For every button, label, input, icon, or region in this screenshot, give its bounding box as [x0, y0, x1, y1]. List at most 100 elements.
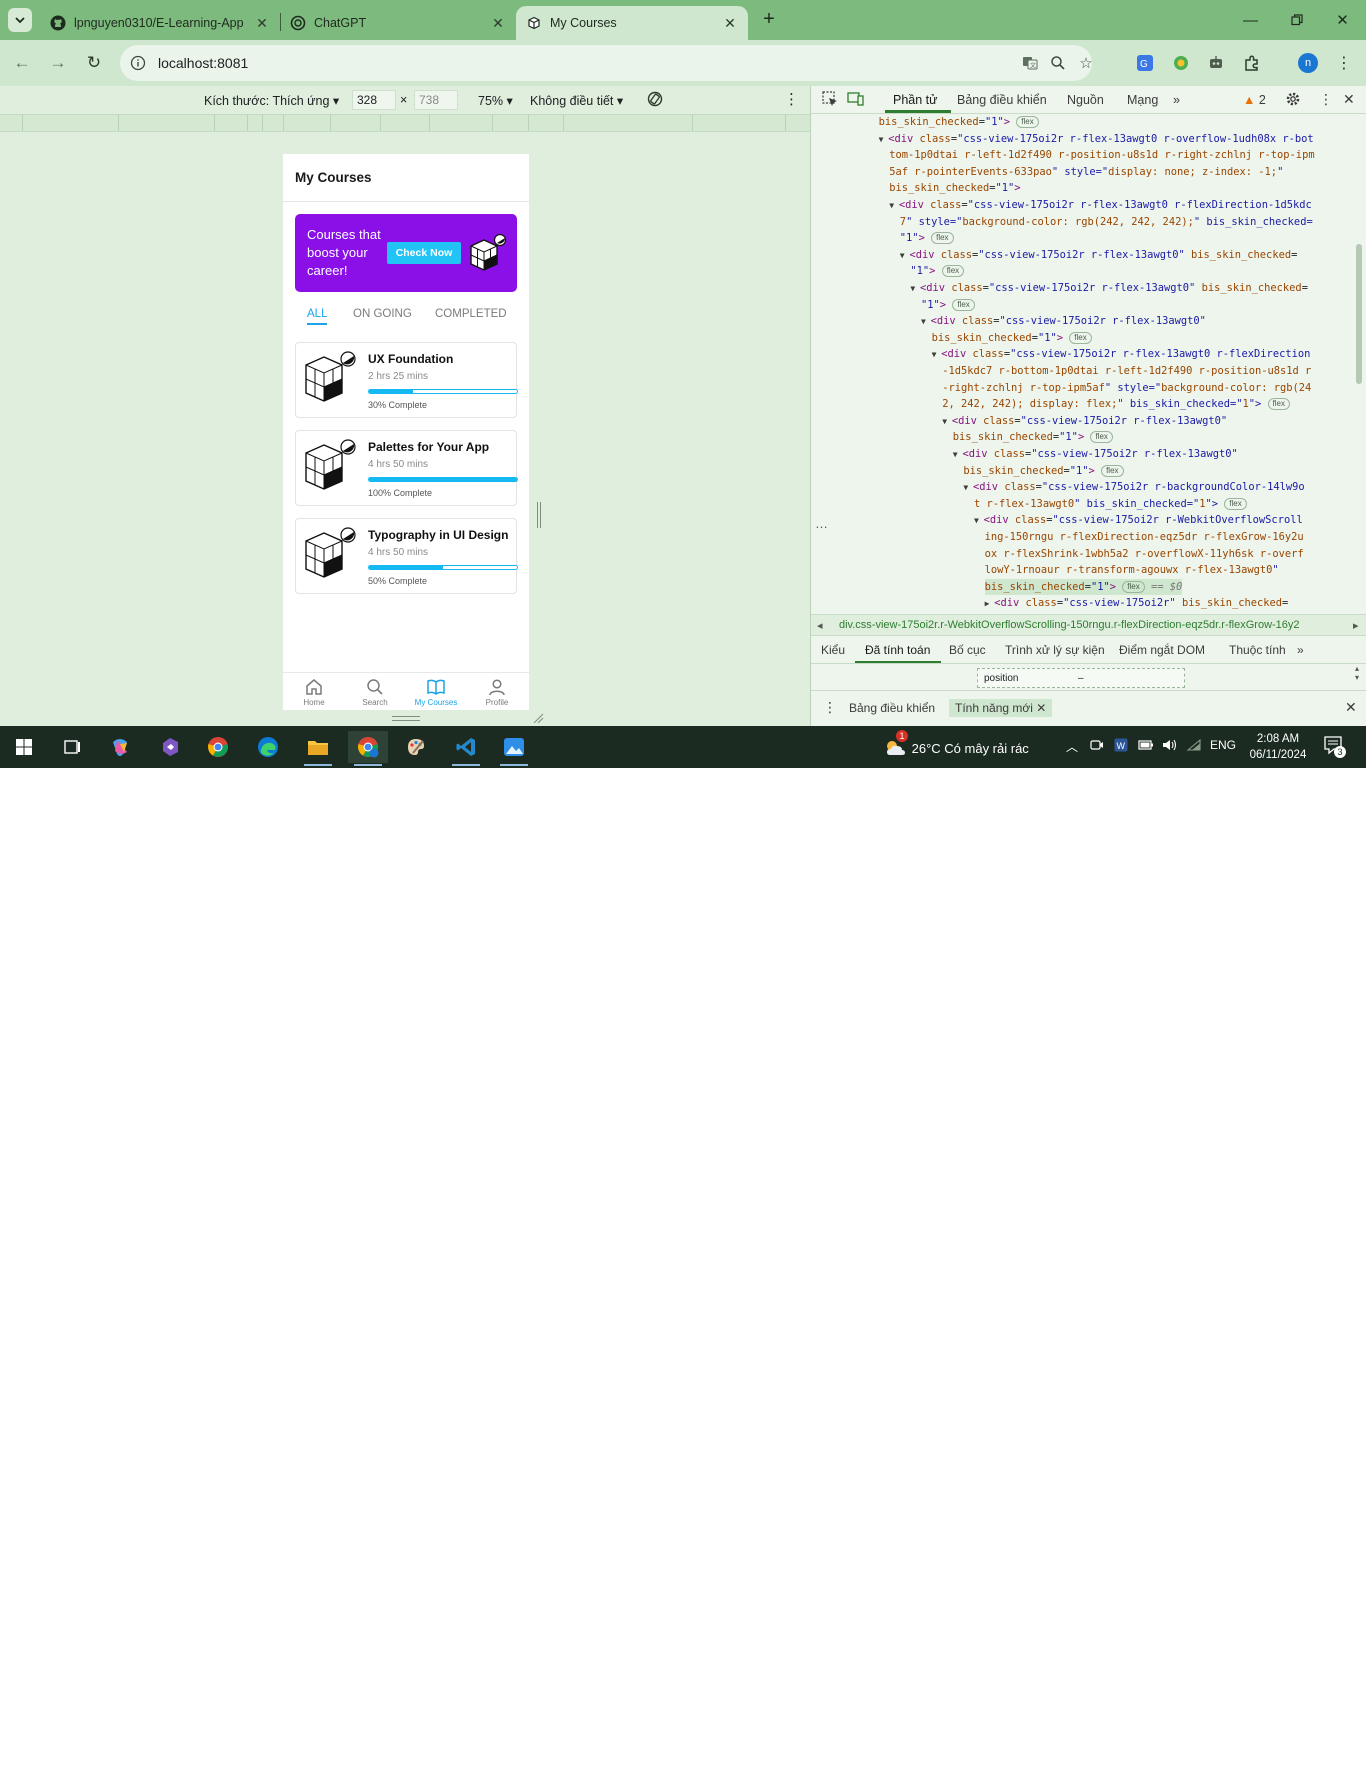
more-panes-icon[interactable]: » — [1297, 643, 1304, 657]
flex-badge[interactable]: flex — [1101, 464, 1124, 477]
scroll-thumb[interactable] — [1356, 244, 1362, 384]
robot-extension-icon[interactable] — [1206, 53, 1226, 73]
flex-badge[interactable]: flex — [1069, 331, 1092, 344]
close-drawer-icon[interactable]: ✕ — [1345, 699, 1357, 716]
warnings-badge[interactable]: ▲ 2 — [1243, 93, 1266, 107]
course-card[interactable]: Typography in UI Design 4 hrs 50 mins 50… — [295, 518, 518, 594]
dom-node-line[interactable]: ▶ <div class="css-view-175oi2r" bis_skin… — [985, 595, 1289, 613]
dom-node-line[interactable]: ▼ <div class="css-view-175oi2r r-flex-13… — [900, 247, 1298, 265]
tab-console[interactable]: Bảng điều khiển — [957, 93, 1047, 107]
reload-icon[interactable]: ↻ — [82, 51, 106, 75]
edge-icon[interactable] — [248, 731, 288, 763]
dom-node-line[interactable]: "1"> flex — [900, 230, 954, 247]
collapse-triangle-icon[interactable]: ▼ — [953, 450, 963, 459]
close-devtools-icon[interactable]: ✕ — [1343, 91, 1355, 108]
word-tray-icon[interactable]: W — [1114, 738, 1128, 755]
pane-scroll-icon[interactable]: ▴ ▾ — [1355, 664, 1359, 682]
collapse-triangle-icon[interactable]: ▼ — [932, 350, 942, 359]
zoom-select[interactable]: 75% ▾ — [478, 93, 513, 108]
more-tabs-icon[interactable]: » — [1173, 93, 1180, 107]
system-clock[interactable]: 2:08 AM 06/11/2024 — [1248, 731, 1308, 763]
tray-overflow-icon[interactable]: ︿ — [1066, 738, 1078, 755]
bookmark-star-icon[interactable]: ☆ — [1076, 53, 1096, 73]
expand-triangle-icon[interactable]: ▶ — [985, 599, 995, 608]
flex-badge[interactable]: flex — [952, 298, 975, 311]
collapse-triangle-icon[interactable]: ▼ — [963, 483, 973, 492]
dom-node-line[interactable]: t r-flex-13awgt0" bis_skin_checked="1"> … — [974, 496, 1247, 513]
nav-search[interactable]: Search — [350, 675, 400, 707]
dom-node-line[interactable]: ing-150rngu r-flexDirection-eqz5dr r-fle… — [985, 529, 1304, 546]
dom-node-line[interactable]: ▼ <div class="css-view-175oi2r r-flex-13… — [889, 197, 1312, 215]
tab-search-button[interactable] — [8, 8, 32, 32]
collapse-triangle-icon[interactable]: ▼ — [942, 417, 952, 426]
drawer-menu-icon[interactable]: ⋮ — [823, 699, 837, 716]
close-window-icon[interactable]: ✕ — [1320, 0, 1365, 40]
dom-node-line[interactable]: ▼ <div class="css-view-175oi2r r-flex-13… — [921, 313, 1206, 331]
paint-icon[interactable] — [396, 731, 436, 763]
dom-node-line[interactable]: ▼ <div class="css-view-175oi2r r-flex-13… — [942, 413, 1227, 431]
course-card[interactable]: Palettes for Your App 4 hrs 50 mins 100%… — [295, 430, 518, 506]
width-input[interactable]: 328 — [352, 90, 396, 110]
close-icon[interactable]: ✕ — [722, 15, 738, 31]
dom-node-line[interactable]: bis_skin_checked="1"> flex — [879, 114, 1039, 131]
device-size-select[interactable]: Kích thước: Thích ứng ▾ — [204, 93, 339, 108]
weather-widget[interactable]: 1 26°C Có mây rải rác — [884, 730, 1029, 758]
dom-node-line[interactable]: -right-zchlnj r-top-ipm5af" style="backg… — [942, 380, 1311, 397]
throttle-select[interactable]: Không điều tiết ▾ — [530, 93, 623, 108]
collapse-triangle-icon[interactable]: ▼ — [889, 201, 899, 210]
viewport-resize-handle[interactable] — [537, 502, 541, 528]
corner-resize-icon[interactable] — [532, 712, 544, 724]
dom-node-line[interactable]: bis_skin_checked="1"> flex — [953, 429, 1113, 446]
task-view-icon[interactable] — [52, 731, 92, 763]
node-actions-ellipsis[interactable]: … — [815, 516, 828, 531]
pane-dom-breakpoints[interactable]: Điểm ngắt DOM — [1119, 643, 1205, 657]
breadcrumb-left-icon[interactable]: ◂ — [817, 619, 823, 632]
collapse-triangle-icon[interactable]: ▼ — [879, 135, 889, 144]
windows-start-icon[interactable] — [4, 731, 44, 763]
meet-now-icon[interactable] — [1090, 738, 1104, 755]
check-now-button[interactable]: Check Now — [387, 242, 461, 264]
collapse-triangle-icon[interactable]: ▼ — [974, 516, 984, 525]
dom-node-line[interactable]: -1d5kdc7 r-bottom-1p0dtai r-left-1d2f490… — [942, 363, 1311, 380]
flex-badge[interactable]: flex — [1267, 398, 1290, 411]
visual-studio-icon[interactable] — [150, 731, 190, 763]
translate-icon[interactable]: 文 — [1020, 53, 1040, 73]
flex-badge[interactable]: flex — [941, 265, 965, 278]
nav-home[interactable]: Home — [289, 675, 339, 707]
copilot-icon[interactable] — [100, 731, 140, 763]
forward-icon[interactable]: → — [46, 51, 70, 75]
flex-badge[interactable]: flex — [1224, 497, 1247, 510]
site-info-icon[interactable] — [128, 53, 148, 73]
viewport-height-handle[interactable] — [392, 716, 420, 721]
image-viewer-icon[interactable] — [494, 731, 534, 766]
dom-node-line[interactable]: tom-1p0dtai r-left-1d2f490 r-position-u8… — [889, 147, 1314, 164]
collapse-triangle-icon[interactable]: ▼ — [921, 317, 931, 326]
device-toggle-icon[interactable] — [847, 90, 865, 111]
device-more-icon[interactable]: ⋮ — [784, 90, 799, 108]
tab-completed[interactable]: COMPLETED — [435, 308, 507, 320]
tab-my-courses[interactable]: My Courses ✕ — [516, 6, 748, 40]
tab-ongoing[interactable]: ON GOING — [353, 308, 412, 320]
close-icon[interactable]: ✕ — [254, 15, 270, 31]
dom-node-line[interactable]: 5af r-pointerEvents-633pao" style="displ… — [889, 164, 1283, 181]
vscode-icon[interactable] — [446, 731, 486, 766]
close-icon[interactable]: ✕ — [490, 15, 506, 31]
minimize-icon[interactable]: — — [1228, 0, 1273, 40]
dom-node-line[interactable]: ▼ <div class="css-view-175oi2r r-flex-13… — [932, 346, 1311, 364]
zoom-icon[interactable] — [1048, 53, 1068, 73]
height-input[interactable]: 738 — [414, 90, 458, 110]
collapse-triangle-icon[interactable]: ▼ — [900, 251, 910, 260]
dom-node-line[interactable]: ▼ <div class="css-view-175oi2r r-flex-13… — [953, 446, 1238, 464]
dom-node-line[interactable]: ▼ <div class="css-view-175oi2r r-flex-13… — [910, 280, 1308, 298]
extension-icon[interactable] — [1171, 53, 1191, 73]
settings-gear-icon[interactable] — [1285, 91, 1301, 110]
rotate-icon[interactable] — [646, 90, 664, 111]
tab-network[interactable]: Mạng — [1127, 93, 1158, 107]
close-icon[interactable]: ✕ — [1036, 701, 1046, 715]
collapse-triangle-icon[interactable]: ▼ — [910, 284, 920, 293]
pane-properties[interactable]: Thuộc tính — [1229, 643, 1286, 657]
google-translate-ext-icon[interactable]: G — [1135, 53, 1155, 73]
back-icon[interactable]: ← — [10, 51, 34, 75]
volume-icon[interactable] — [1162, 738, 1178, 755]
dom-node-line[interactable]: ox r-flexShrink-1wbh5a2 r-overflowX-11yh… — [985, 546, 1304, 563]
